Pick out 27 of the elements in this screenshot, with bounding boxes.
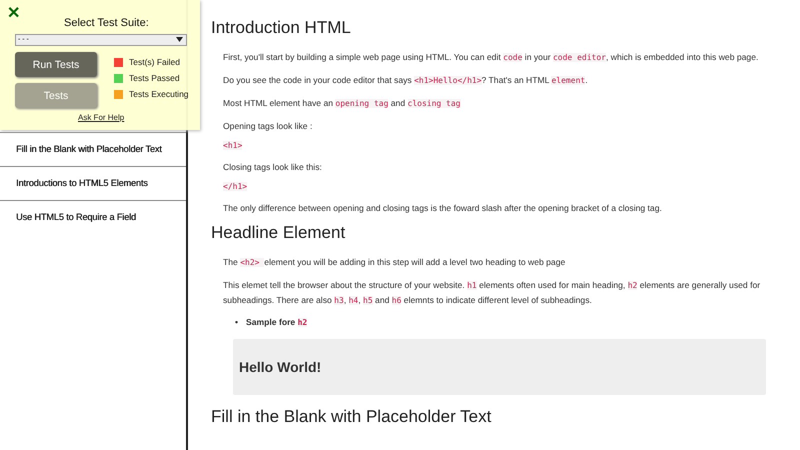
sidebar-item[interactable]: Use HTML5 to Require a Field [0, 200, 186, 234]
paragraph: Closing tags look like this: [223, 161, 323, 174]
paragraph: The only difference between opening and closing tags is the foward slash after the opening bracket of a closing tag. [223, 202, 663, 215]
list-item: Sample fore h2 [246, 316, 308, 329]
paragraph: Opening tags look like : [223, 120, 314, 133]
code-snippet: </h1> [223, 182, 248, 191]
section-heading: Headline Element [211, 223, 346, 243]
legend-label: Test(s) Failed [129, 57, 180, 67]
section-heading: Introduction HTML [211, 18, 352, 38]
paragraph: Do you see the code in your code editor that says <h1>Hello</h1>? That's an HTML element. [223, 74, 589, 87]
paragraph: Most HTML element have an opening tag and closing tag [223, 97, 462, 110]
help-link[interactable]: Ask For Help [78, 113, 124, 122]
paragraph: The <h2> element you will be adding in this step will add a level two heading to web page [223, 256, 566, 269]
code-snippet: <h1> [223, 141, 242, 150]
close-icon[interactable]: ✕ [7, 3, 20, 23]
section-heading: Fill in the Blank with Placeholder Text [211, 407, 492, 427]
panel-title: Select Test Suite: [64, 17, 149, 29]
test-button[interactable]: Run Tests [15, 52, 97, 77]
paragraph: This elemet tell the browser about the structure of your website. h1 elements often used for main heading, h2 elements are generally used for subheadings. There are also h3, h4, h5 and h6 elemnts to indicate different level of subheadings. [223, 279, 762, 307]
legend-label: Tests Executing [129, 89, 189, 99]
bullet-marker: • [235, 316, 238, 329]
caret-icon [176, 37, 183, 42]
sidebar-item[interactable]: Fill in the Blank with Placeholder Text [0, 132, 186, 166]
legend-label: Tests Passed [129, 73, 180, 83]
sidebar-item[interactable]: Introductions to HTML5 Elements [0, 166, 186, 200]
paragraph: First, you'll start by building a simple web page using HTML. You can edit code in your code editor, which is embedded into this web page. [223, 51, 760, 64]
sample-output: Hello World! [233, 339, 766, 395]
